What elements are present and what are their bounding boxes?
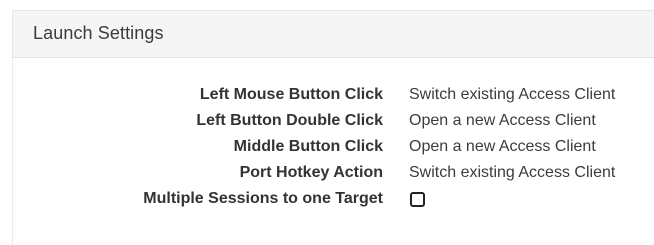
setting-row-port-hotkey: Port Hotkey Action Switch existing Acces… bbox=[13, 161, 654, 184]
setting-value: Open a new Access Client bbox=[409, 138, 596, 155]
launch-settings-panel: Launch Settings Left Mouse Button Click … bbox=[0, 0, 654, 245]
settings-list: Left Mouse Button Click Switch existing … bbox=[12, 58, 654, 245]
setting-value: Open a new Access Client bbox=[409, 112, 596, 129]
setting-label: Port Hotkey Action bbox=[239, 164, 383, 181]
setting-label: Multiple Sessions to one Target bbox=[143, 190, 383, 207]
setting-label: Left Mouse Button Click bbox=[199, 86, 383, 103]
setting-row-double-click: Left Button Double Click Open a new Acce… bbox=[13, 109, 654, 132]
setting-label: Middle Button Click bbox=[233, 138, 383, 155]
setting-row-left-click: Left Mouse Button Click Switch existing … bbox=[13, 83, 654, 106]
setting-row-multiple-sessions: Multiple Sessions to one Target bbox=[13, 187, 654, 210]
setting-row-middle-click: Middle Button Click Open a new Access Cl… bbox=[13, 135, 654, 158]
setting-label: Left Button Double Click bbox=[196, 112, 383, 129]
panel-title: Launch Settings bbox=[33, 23, 164, 43]
setting-value: Switch existing Access Client bbox=[409, 86, 616, 103]
setting-value: Switch existing Access Client bbox=[409, 164, 616, 181]
multiple-sessions-checkbox[interactable] bbox=[410, 192, 425, 207]
panel-header: Launch Settings bbox=[12, 10, 654, 58]
